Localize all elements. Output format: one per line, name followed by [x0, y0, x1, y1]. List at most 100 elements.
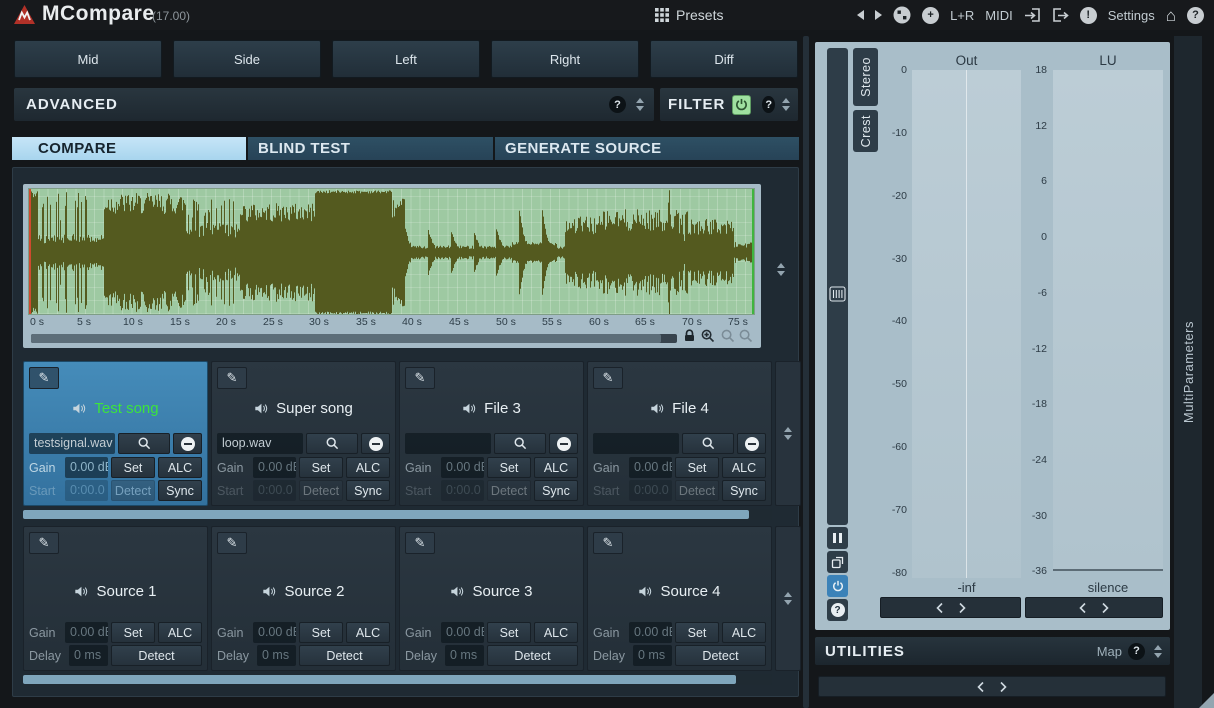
rename-icon[interactable]: ✎ [29, 367, 59, 389]
zoom-in-icon[interactable] [701, 329, 715, 343]
source-slot-4[interactable]: ✎ Source 4 Gain 0.00 dB Set ALC Delay 0 … [587, 526, 772, 671]
source-slots-scrollbar[interactable] [23, 674, 772, 685]
home-icon[interactable]: ⌂ [1166, 7, 1176, 24]
rename-icon[interactable]: ✎ [593, 532, 623, 554]
start-field[interactable]: 0:00.0 [253, 480, 296, 501]
file-scroll-thumb[interactable] [23, 510, 749, 519]
file-slot-3[interactable]: ✎ File 3 Gain 0.00 dB Set ALC Start 0:00… [399, 361, 584, 506]
start-field[interactable]: 0:00.0 [65, 480, 108, 501]
sync-button[interactable]: Sync [158, 480, 202, 501]
gain-field[interactable]: 0.00 dB [65, 457, 108, 478]
filter-help-icon[interactable]: ? [762, 96, 775, 113]
gain-field[interactable]: 0.00 dB [441, 457, 484, 478]
presets-button[interactable]: Presets [655, 0, 723, 30]
rename-icon[interactable]: ✎ [29, 532, 59, 554]
set-button[interactable]: Set [111, 457, 155, 478]
search-file-button[interactable] [306, 433, 358, 454]
waveform-height-stepper[interactable] [765, 250, 797, 288]
zoom-fit-icon[interactable] [739, 329, 753, 343]
set-button[interactable]: Set [111, 622, 155, 643]
previous-preset-icon[interactable] [857, 10, 865, 20]
settings-button[interactable]: Settings [1108, 8, 1155, 23]
detect-button[interactable]: Detect [675, 480, 719, 501]
rename-icon[interactable]: ✎ [217, 367, 247, 389]
file-slots-pager[interactable] [775, 361, 801, 506]
filename-field[interactable]: loop.wav [217, 433, 303, 454]
channel-mode-button[interactable]: L+R [950, 8, 974, 23]
start-field[interactable]: 0:00.0 [629, 480, 672, 501]
tab-blind-test[interactable]: BLIND TEST [248, 137, 493, 160]
waveform-scrollbar[interactable] [31, 334, 677, 343]
meter-help-button[interactable]: ? [827, 599, 848, 621]
start-marker[interactable] [29, 189, 31, 314]
multiparameters-strip[interactable]: MultiParameters [1174, 36, 1202, 708]
gain-field[interactable]: 0.00 dB [65, 622, 108, 643]
detect-button[interactable]: Detect [111, 645, 202, 666]
alert-icon[interactable]: ! [1079, 6, 1097, 24]
rename-icon[interactable]: ✎ [405, 367, 435, 389]
advanced-help-icon[interactable]: ? [609, 96, 626, 113]
utilities-help-icon[interactable]: ? [1128, 642, 1145, 660]
search-file-button[interactable] [118, 433, 170, 454]
next-preset-icon[interactable] [875, 10, 883, 20]
search-file-button[interactable] [682, 433, 734, 454]
set-button[interactable]: Set [487, 457, 531, 478]
rename-icon[interactable]: ✎ [405, 532, 435, 554]
panel-divider[interactable] [803, 36, 809, 708]
channel-tab-mid[interactable]: Mid [14, 40, 162, 78]
set-button[interactable]: Set [299, 457, 343, 478]
lu-range-button[interactable] [1025, 597, 1163, 618]
filename-field[interactable]: testsignal.wav [29, 433, 115, 454]
gain-field[interactable]: 0.00 dB [629, 457, 672, 478]
filter-power-button[interactable] [732, 94, 752, 115]
file-slot-4[interactable]: ✎ File 4 Gain 0.00 dB Set ALC Start 0:00… [587, 361, 772, 506]
waveform-scroll-thumb[interactable] [31, 334, 661, 343]
detect-button[interactable]: Detect [299, 645, 390, 666]
channel-tab-left[interactable]: Left [332, 40, 480, 78]
add-preset-icon[interactable]: + [922, 6, 940, 24]
gain-field[interactable]: 0.00 dB [253, 457, 296, 478]
set-button[interactable]: Set [675, 457, 719, 478]
alc-button[interactable]: ALC [534, 457, 578, 478]
source-slots-pager[interactable] [775, 526, 801, 671]
lu-meter-bar[interactable] [1053, 70, 1163, 571]
delay-field[interactable]: 0 ms [257, 645, 296, 666]
gain-field[interactable]: 0.00 dB [253, 622, 296, 643]
rename-icon[interactable]: ✎ [593, 367, 623, 389]
resize-grip[interactable] [1199, 693, 1214, 708]
source-slot-3[interactable]: ✎ Source 3 Gain 0.00 dB Set ALC Delay 0 … [399, 526, 584, 671]
source-scroll-thumb[interactable] [23, 675, 736, 684]
detect-button[interactable]: Detect [111, 480, 155, 501]
start-field[interactable]: 0:00.0 [441, 480, 484, 501]
filename-field[interactable] [593, 433, 679, 454]
detect-button[interactable]: Detect [487, 480, 531, 501]
advanced-panel-header[interactable]: ADVANCED ? [14, 88, 654, 121]
sync-button[interactable]: Sync [346, 480, 390, 501]
levels-icon[interactable] [829, 286, 846, 302]
sync-button[interactable]: Sync [534, 480, 578, 501]
midi-export-icon[interactable] [1052, 7, 1069, 23]
channel-tab-right[interactable]: Right [491, 40, 639, 78]
meter-popup-button[interactable] [827, 551, 848, 573]
detect-button[interactable]: Detect [299, 480, 343, 501]
alc-button[interactable]: ALC [534, 622, 578, 643]
random-preset-icon[interactable] [893, 6, 911, 24]
filter-collapse-icon[interactable] [782, 98, 790, 111]
waveform-display[interactable] [28, 188, 755, 315]
channel-tab-diff[interactable]: Diff [650, 40, 798, 78]
out-meter-bar[interactable] [912, 70, 1021, 578]
set-button[interactable]: Set [675, 622, 719, 643]
remove-file-button[interactable] [737, 433, 766, 454]
alc-button[interactable]: ALC [722, 622, 766, 643]
tab-generate-source[interactable]: GENERATE SOURCE [495, 137, 799, 160]
gain-field[interactable]: 0.00 dB [441, 622, 484, 643]
zoom-out-icon[interactable] [721, 329, 735, 343]
utilities-panel-header[interactable]: UTILITIES Map ? [815, 637, 1170, 665]
channel-tab-side[interactable]: Side [173, 40, 321, 78]
delay-field[interactable]: 0 ms [633, 645, 672, 666]
sync-button[interactable]: Sync [722, 480, 766, 501]
out-range-button[interactable] [880, 597, 1021, 618]
remove-file-button[interactable] [361, 433, 390, 454]
alc-button[interactable]: ALC [158, 622, 202, 643]
help-icon[interactable]: ? [1187, 6, 1204, 24]
